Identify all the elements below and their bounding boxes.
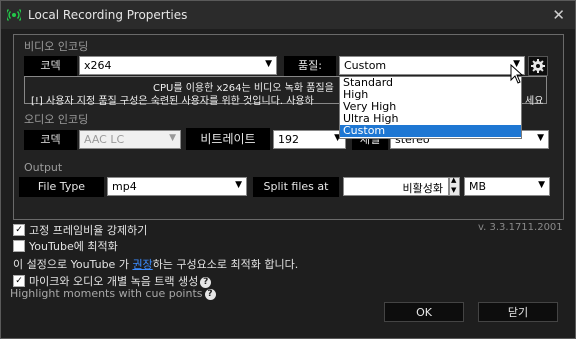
audio-group-label: 오디오 인코딩 [24, 113, 89, 126]
youtube-desc-pre: 이 설정으로 YouTube 가 [13, 258, 133, 271]
video-codec-value: x264 [84, 59, 112, 72]
quality-options-list[interactable]: Standard High Very High Ultra High Custo… [339, 76, 522, 139]
question-icon[interactable]: ? [200, 276, 212, 288]
chevron-down-icon: ▼ [265, 59, 272, 69]
chevron-down-icon: ▼ [538, 180, 545, 190]
quality-value: Custom [344, 59, 387, 72]
split-size-stepper[interactable]: ▲ ▼ [449, 176, 460, 196]
youtube-description: 이 설정으로 YouTube 가 권장하는 구성요소로 최적화 합니다. [13, 256, 298, 272]
split-unit-value: MB [469, 180, 487, 193]
split-unit-dropdown[interactable]: MB ▼ [464, 177, 550, 196]
split-size-input[interactable]: 비활성화 [343, 177, 449, 196]
gear-icon [531, 59, 545, 73]
encoder-settings-button[interactable] [528, 56, 548, 76]
mouse-cursor-icon [510, 64, 524, 84]
filetype-value: mp4 [112, 180, 137, 193]
youtube-desc-post: 하는 구성요소로 최적화 합니다. [152, 258, 299, 271]
audio-codec-label: 코덱 [24, 130, 77, 150]
chevron-down-icon: ▼ [169, 133, 176, 143]
chevron-down-icon: ▼ [235, 180, 242, 190]
output-group-label: Output [24, 161, 63, 174]
force-fps-checkbox[interactable]: ✓ [13, 224, 25, 236]
chevron-up-icon: ▲ [451, 176, 457, 184]
notice-line-3: 세요 [525, 96, 544, 107]
video-codec-label: 코덱 [24, 56, 77, 76]
close-icon[interactable]: ✕ [552, 6, 565, 24]
mic-separate-track-checkbox[interactable]: ✓ [13, 275, 25, 287]
quality-label: 품질: [284, 56, 336, 76]
audio-codec-dropdown: AAC LC ▼ [79, 130, 181, 149]
close-button[interactable]: 닫기 [478, 302, 558, 322]
broadcast-icon [7, 9, 21, 21]
quality-option-selected[interactable]: Custom [340, 125, 521, 137]
highlight-cue-label: Highlight moments with cue points? [10, 287, 216, 300]
video-group-label: 비디오 인코딩 [24, 40, 89, 53]
audio-codec-value: AAC LC [84, 133, 125, 146]
filetype-label: File Type [19, 177, 104, 197]
quality-dropdown[interactable]: Custom ▼ [339, 56, 525, 75]
notice-line-2: [!] 사용자 지정 품질 구성은 숙련된 사용자를 위한 것입니다. 사용하 [31, 96, 314, 107]
chevron-down-icon: ▼ [537, 133, 544, 143]
bitrate-value: 192 [278, 133, 299, 146]
chevron-down-icon: ▼ [451, 186, 457, 194]
youtube-label: YouTube에 최적화 [29, 240, 118, 253]
title-bar: Local Recording Properties ✕ [1, 1, 575, 29]
ok-button[interactable]: OK [384, 302, 464, 322]
video-codec-dropdown[interactable]: x264 ▼ [79, 56, 277, 75]
bitrate-dropdown[interactable]: 192 ▼ [273, 130, 346, 149]
split-size-value: 비활성화 [402, 182, 443, 195]
question-icon[interactable]: ? [204, 288, 216, 300]
recommended-link[interactable]: 권장 [132, 258, 152, 271]
force-fps-label: 고정 프레임비율 강제하기 [29, 224, 148, 237]
bitrate-label: 비트레이트 [186, 128, 270, 150]
youtube-checkbox[interactable] [13, 240, 25, 252]
highlight-label-text: Highlight moments with cue points [10, 287, 203, 300]
filetype-dropdown[interactable]: mp4 ▼ [107, 177, 247, 196]
window-title: Local Recording Properties [28, 8, 188, 22]
version-text: v. 3.3.1711.2001 [478, 222, 563, 233]
split-label: Split files at [253, 177, 339, 197]
